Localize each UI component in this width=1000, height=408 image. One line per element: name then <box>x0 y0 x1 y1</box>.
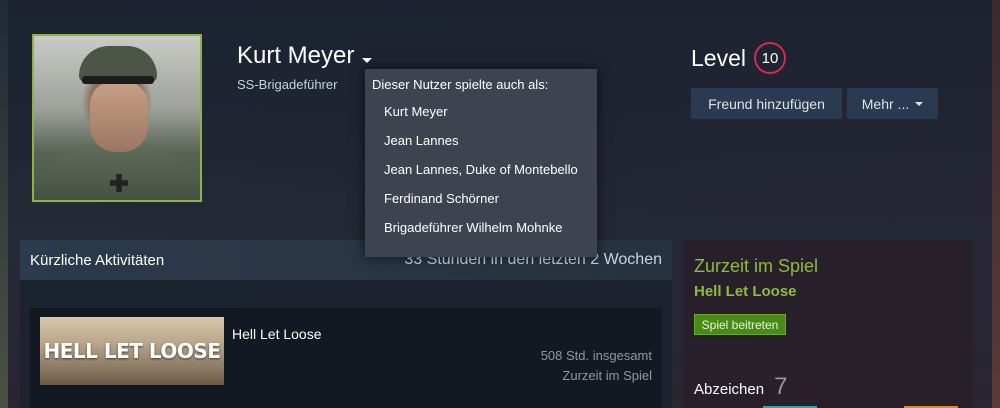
chevron-down-icon <box>915 101 924 106</box>
game-name[interactable]: Hell Let Loose <box>232 326 322 342</box>
join-game-button[interactable]: Spiel beitreten <box>694 314 786 335</box>
alias-item[interactable]: Jean Lannes, Duke of Montebello <box>365 161 597 190</box>
in-game-name[interactable]: Hell Let Loose <box>694 283 797 300</box>
recent-activity-panel: Kürzliche Aktivitäten 33 Stunden in den … <box>20 240 672 408</box>
game-capsule-image[interactable]: HELL LET LOOSE <box>40 317 224 385</box>
add-friend-button[interactable]: Freund hinzufügen <box>691 88 842 119</box>
level-row: Level 10 <box>691 42 786 74</box>
more-button[interactable]: Mehr ... <box>847 88 938 119</box>
alias-item[interactable]: Jean Lannes <box>365 132 597 161</box>
aliases-dropdown-title: Dieser Nutzer spielte auch als: <box>372 77 549 92</box>
alias-item[interactable]: Ferdinand Schörner <box>365 190 597 219</box>
recent-activity-title[interactable]: Kürzliche Aktivitäten <box>30 252 164 269</box>
level-badge[interactable]: 10 <box>753 42 786 74</box>
more-button-label: Mehr ... <box>861 95 910 112</box>
chevron-down-icon[interactable] <box>362 57 373 63</box>
recent-game-card: HELL LET LOOSE Hell Let Loose 508 Std. i… <box>30 308 662 408</box>
background-art-left <box>0 0 8 408</box>
alias-item[interactable]: Kurt Meyer <box>365 103 597 132</box>
badges-row[interactable]: Abzeichen 7 <box>694 373 787 401</box>
aliases-dropdown: Dieser Nutzer spielte auch als: Kurt Mey… <box>365 69 597 257</box>
real-name: SS-Brigadeführer <box>237 77 338 92</box>
avatar-face <box>90 82 148 152</box>
avatar[interactable] <box>32 34 202 202</box>
badges-label: Abzeichen <box>694 381 765 398</box>
sidebar-panel: Zurzeit im Spiel Hell Let Loose Spiel be… <box>684 240 972 408</box>
persona-name-row[interactable]: Kurt Meyer <box>237 42 373 70</box>
alias-item[interactable]: Brigadeführer Wilhelm Mohnke <box>365 219 597 248</box>
game-status: Zurzeit im Spiel <box>562 368 652 383</box>
persona-name: Kurt Meyer <box>237 42 355 69</box>
background-art-right <box>992 0 1000 408</box>
avatar-visor <box>82 76 154 84</box>
in-game-title: Zurzeit im Spiel <box>694 256 819 276</box>
game-logo: HELL LET LOOSE <box>43 339 221 363</box>
badges-count: 7 <box>774 373 788 400</box>
game-total-hours: 508 Std. insgesamt <box>540 348 652 363</box>
level-label: Level <box>691 44 746 71</box>
